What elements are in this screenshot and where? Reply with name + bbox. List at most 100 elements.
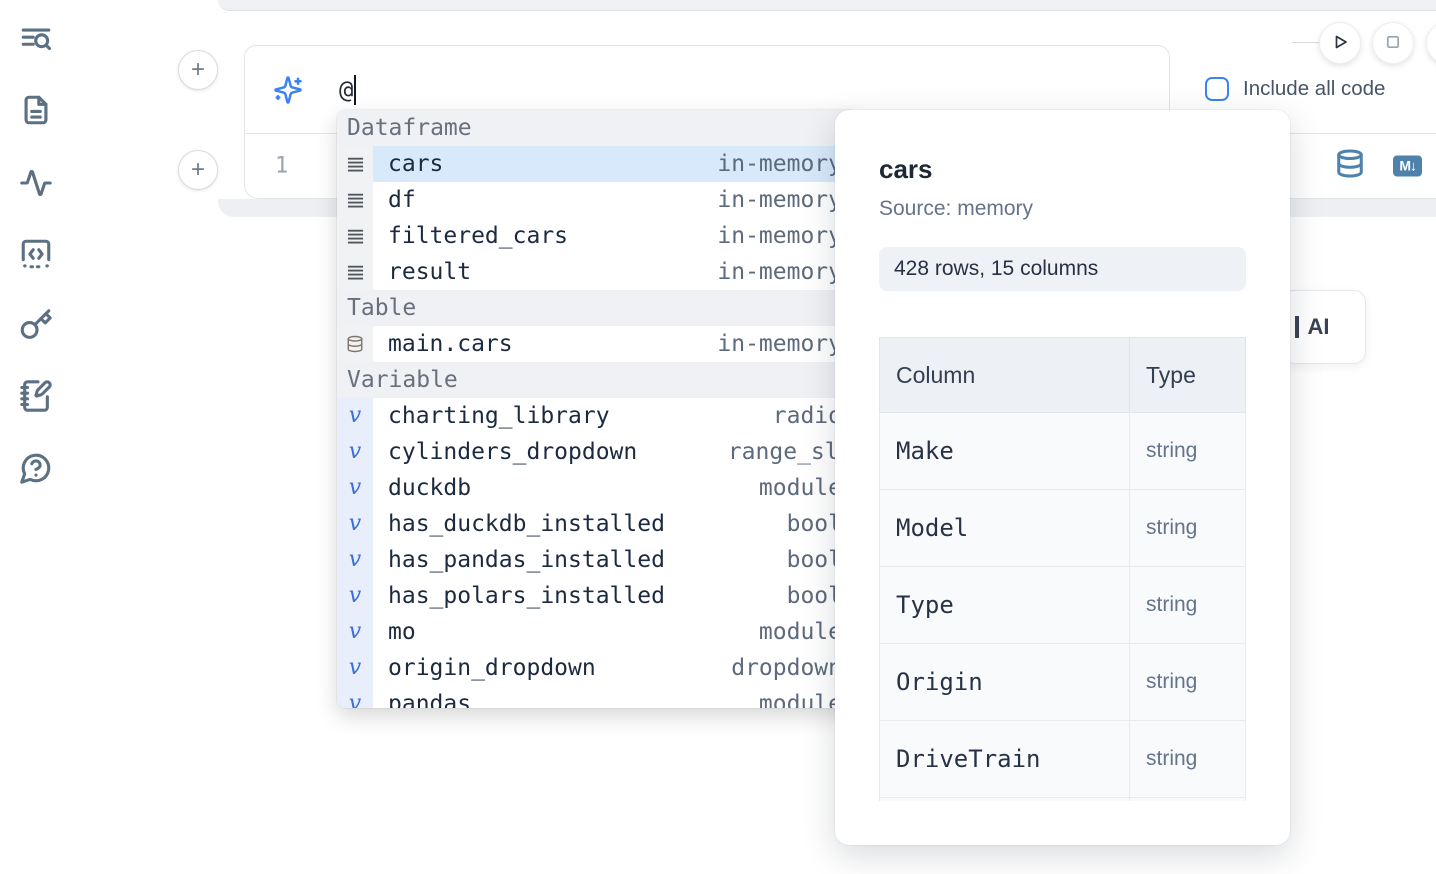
completion-item-has_duckdb_installed[interactable]: vhas_duckdb_installedbool — [337, 506, 857, 542]
completion-item-name: pandas — [388, 691, 759, 708]
dataframe-icon — [337, 146, 373, 182]
completion-item-name: df — [388, 187, 717, 213]
include-all-code-checkbox[interactable] — [1205, 77, 1229, 101]
completion-item-pandas[interactable]: vpandasmodule — [337, 686, 857, 708]
completion-item-type: in-memory — [717, 151, 842, 177]
stop-button[interactable] — [1372, 22, 1414, 64]
sidebar-search-button[interactable] — [18, 23, 54, 59]
schema-row: Modelstring — [880, 490, 1246, 567]
completion-item-main: dfin-memory — [373, 182, 857, 218]
schema-row: Originstring — [880, 644, 1246, 721]
schema-column-type: string — [1130, 490, 1246, 567]
completion-item-name: charting_library — [388, 403, 773, 429]
ai-suggestion-card[interactable]: AI — [1282, 290, 1366, 364]
preview-source: Source: memory — [879, 197, 1246, 221]
schema-header-cell: Type — [1130, 338, 1246, 413]
variable-icon: v — [337, 650, 373, 686]
completion-item-main: has_pandas_installedbool — [373, 542, 857, 578]
completion-item-type: bool — [787, 583, 842, 609]
ai-card-label: AI — [1308, 314, 1330, 340]
marimo-notebook: + + @ Include all code 1 M↓ — [0, 0, 1436, 874]
previous-cell-bottom-edge — [218, 0, 1436, 11]
schema-column-type — [1130, 798, 1246, 802]
completion-item-df[interactable]: dfin-memory — [337, 182, 857, 218]
play-icon — [1328, 30, 1352, 57]
completion-item-main: pandasmodule — [373, 686, 857, 708]
file-text-icon — [19, 115, 53, 130]
variable-icon: v — [337, 578, 373, 614]
completion-item-name: has_pandas_installed — [388, 547, 787, 573]
completion-item-name: result — [388, 259, 717, 285]
completion-item-has_pandas_installed[interactable]: vhas_pandas_installedbool — [337, 542, 857, 578]
completion-item-cars[interactable]: carsin-memory — [337, 146, 857, 182]
completion-item-type: module — [759, 691, 842, 708]
completion-item-type: bool — [787, 547, 842, 573]
completion-item-result[interactable]: resultin-memory — [337, 254, 857, 290]
completion-item-main: resultin-memory — [373, 254, 857, 290]
completion-section-header: Table — [337, 290, 857, 326]
sidebar-secrets-button[interactable] — [18, 308, 54, 344]
completion-item-type: bool — [787, 511, 842, 537]
completion-item-filtered_cars[interactable]: filtered_carsin-memory — [337, 218, 857, 254]
completion-item-name: cars — [388, 151, 717, 177]
completion-item-type: in-memory — [717, 187, 842, 213]
sidebar-snippets-button[interactable] — [18, 237, 54, 273]
completion-item-main.cars[interactable]: main.carsin-memory — [337, 326, 857, 362]
variable-icon: v — [337, 686, 373, 708]
dataframe-icon — [337, 182, 373, 218]
completion-section-header: Variable — [337, 362, 857, 398]
variable-icon: v — [337, 614, 373, 650]
key-icon — [19, 330, 53, 345]
schema-header-cell: Column — [880, 338, 1130, 413]
completion-item-type: module — [759, 475, 842, 501]
completion-item-mo[interactable]: vmomodule — [337, 614, 857, 650]
schema-column-name: Make — [880, 413, 1130, 490]
completion-item-duckdb[interactable]: vduckdbmodule — [337, 470, 857, 506]
database-icon[interactable] — [1335, 149, 1365, 184]
completion-item-charting_library[interactable]: vcharting_libraryradio — [337, 398, 857, 434]
completion-item-has_polars_installed[interactable]: vhas_polars_installedbool — [337, 578, 857, 614]
sidebar-scratchpad-button[interactable] — [18, 379, 54, 415]
schema-column-type: string — [1130, 644, 1246, 721]
completion-item-name: has_polars_installed — [388, 583, 787, 609]
add-cell-button-top[interactable]: + — [178, 50, 218, 90]
completion-item-origin_dropdown[interactable]: vorigin_dropdowndropdown — [337, 650, 857, 686]
completion-item-main: momodule — [373, 614, 857, 650]
completion-item-main: origin_dropdowndropdown — [373, 650, 857, 686]
add-cell-button-bottom[interactable]: + — [178, 150, 218, 190]
completion-item-type: in-memory — [717, 259, 842, 285]
completion-item-name: has_duckdb_installed — [388, 511, 787, 537]
completion-item-main: has_polars_installedbool — [373, 578, 857, 614]
completion-item-type: module — [759, 619, 842, 645]
dataframe-icon — [337, 218, 373, 254]
help-bubble-icon — [19, 473, 53, 488]
completion-item-name: origin_dropdown — [388, 655, 731, 681]
markdown-badge-icon[interactable]: M↓ — [1393, 156, 1422, 177]
schema-column-type: string — [1130, 413, 1246, 490]
completion-item-type: in-memory — [717, 223, 842, 249]
schema-column-name — [880, 798, 1130, 802]
variable-icon: v — [337, 542, 373, 578]
activity-icon — [19, 188, 53, 203]
toolbar-divider-line — [1292, 42, 1322, 43]
schema-column-type: string — [1130, 721, 1246, 798]
sparkles-icon — [273, 75, 303, 105]
ai-prompt-input[interactable]: @ — [339, 75, 356, 105]
completion-item-cylinders_dropdown[interactable]: vcylinders_dropdownrange_slider — [337, 434, 857, 470]
include-all-code-label[interactable]: Include all code — [1243, 77, 1385, 101]
completion-item-main: cylinders_dropdownrange_slider — [373, 434, 857, 470]
completion-item-main: duckdbmodule — [373, 470, 857, 506]
sidebar-documents-button[interactable] — [18, 93, 54, 129]
list-search-icon — [19, 45, 53, 60]
schema-row: Typestring — [880, 567, 1246, 644]
schema-row: DriveTrainstring — [880, 721, 1246, 798]
completion-item-main: carsin-memory — [373, 146, 857, 182]
completion-item-type: dropdown — [731, 655, 842, 681]
completion-item-name: main.cars — [388, 331, 717, 357]
code-square-icon — [19, 259, 53, 274]
run-cell-button[interactable] — [1319, 22, 1361, 64]
variable-icon: v — [337, 398, 373, 434]
sidebar-tracing-button[interactable] — [18, 166, 54, 202]
sidebar-help-button[interactable] — [18, 451, 54, 487]
completion-item-type: in-memory — [717, 331, 842, 357]
